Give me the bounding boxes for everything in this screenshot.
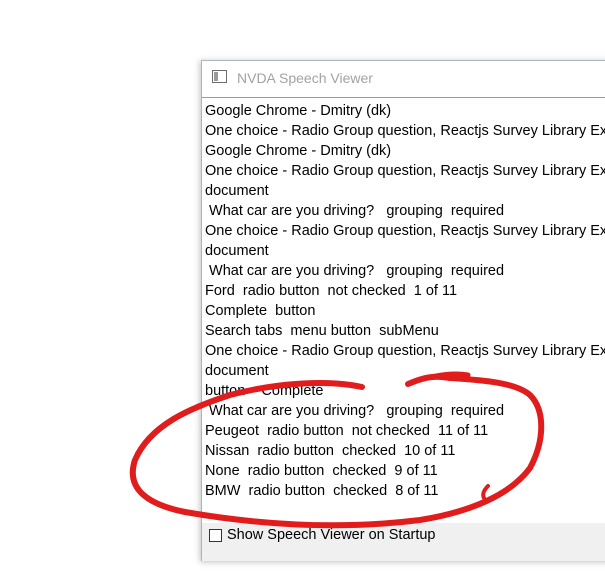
speech-log-textarea[interactable]: Google Chrome - Dmitry (dk) One choice - … bbox=[202, 97, 605, 524]
speech-log-line: One choice - Radio Group question, React… bbox=[205, 123, 605, 139]
screenshot-stage: NVDA Speech Viewer Google Chrome - Dmitr… bbox=[0, 0, 605, 582]
window-title: NVDA Speech Viewer bbox=[237, 70, 373, 86]
window-footer: Show Speech Viewer on Startup bbox=[202, 523, 605, 561]
speech-log-line: Google Chrome - Dmitry (dk) bbox=[205, 103, 392, 119]
speech-log-line: Search tabs menu button subMenu bbox=[205, 323, 439, 339]
speech-log-line: None radio button checked 9 of 11 bbox=[205, 463, 438, 479]
speech-log-line: Google Chrome - Dmitry (dk) bbox=[205, 143, 392, 159]
speech-log-line: document bbox=[205, 363, 269, 379]
speech-log-line: Nissan radio button checked 10 of 11 bbox=[205, 443, 456, 459]
speech-log-line: What car are you driving? grouping requi… bbox=[205, 203, 505, 219]
speech-log-line: What car are you driving? grouping requi… bbox=[205, 263, 505, 279]
title-bar[interactable]: NVDA Speech Viewer bbox=[202, 61, 605, 97]
show-on-startup-label[interactable]: Show Speech Viewer on Startup bbox=[227, 527, 436, 543]
speech-log-line: button Complete bbox=[205, 383, 324, 399]
speech-log-line: One choice - Radio Group question, React… bbox=[205, 343, 605, 359]
speech-log-line: One choice - Radio Group question, React… bbox=[205, 223, 605, 239]
speech-log-line: document bbox=[205, 243, 269, 259]
speech-log-line: Ford radio button not checked 1 of 11 bbox=[205, 283, 458, 299]
speech-log-line: One choice - Radio Group question, React… bbox=[205, 163, 605, 179]
speech-log-lines: Google Chrome - Dmitry (dk) One choice - … bbox=[205, 101, 605, 501]
speech-log-line: BMW radio button checked 8 of 11 bbox=[205, 483, 439, 499]
speech-log-line: Peugeot radio button not checked 11 of 1… bbox=[205, 423, 489, 439]
speech-log-line: What car are you driving? grouping requi… bbox=[205, 403, 505, 419]
speech-log-line: document bbox=[205, 183, 269, 199]
speech-log-line: Complete button bbox=[205, 303, 316, 319]
speech-viewer-window: NVDA Speech Viewer Google Chrome - Dmitr… bbox=[201, 60, 605, 561]
show-on-startup-checkbox[interactable] bbox=[209, 529, 222, 542]
window-app-icon bbox=[212, 70, 227, 83]
